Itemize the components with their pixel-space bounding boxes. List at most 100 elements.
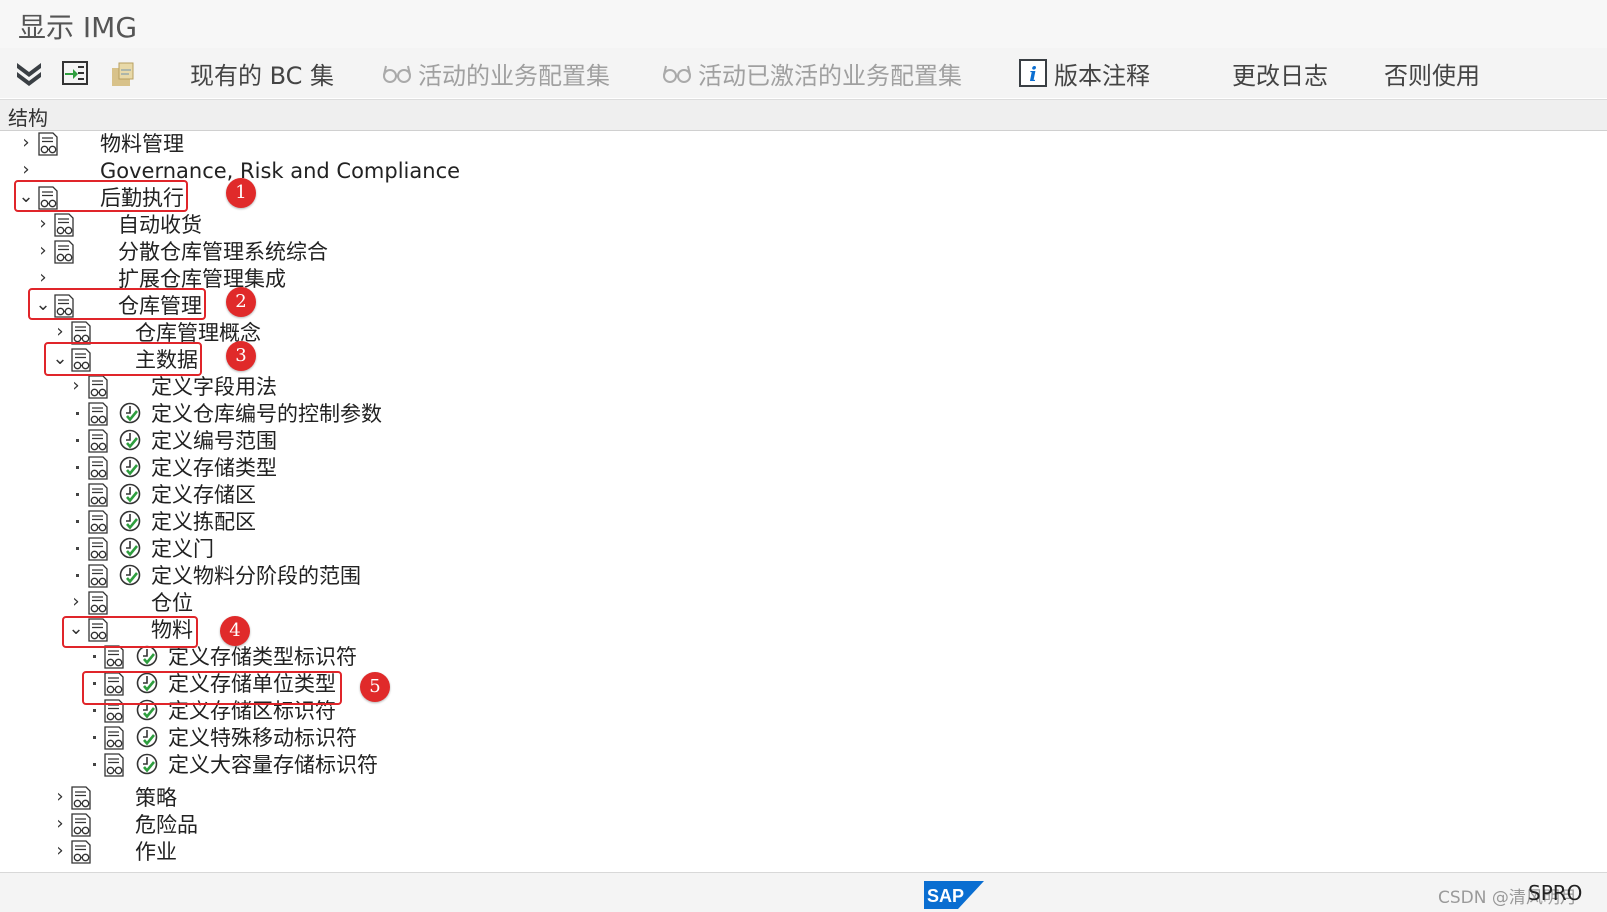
structure-header-label: 结构 (8, 106, 48, 130)
execute-clock-icon[interactable] (119, 429, 141, 451)
leaf-dot (76, 520, 79, 523)
chevron-right-icon[interactable]: › (52, 321, 68, 343)
tree-node-label: 定义编号范围 (151, 429, 277, 453)
tree-node-label: 定义仓库编号的控制参数 (151, 402, 382, 426)
tree-node-label: 定义拣配区 (151, 510, 256, 534)
execute-clock-icon[interactable] (136, 645, 158, 667)
document-glasses-icon (88, 591, 108, 615)
execute-clock-icon[interactable] (119, 456, 141, 478)
tree-node[interactable]: 定义存储区 (0, 481, 1200, 509)
active-bc-sets-button[interactable]: 活动的业务配置集 (382, 48, 610, 98)
window-title: 显示 IMG (18, 11, 138, 44)
execute-clock-icon[interactable] (119, 402, 141, 424)
tree-node[interactable]: 定义大容量存储标识符 (0, 751, 1200, 779)
where-used-button[interactable]: 否则使用 (1384, 48, 1480, 98)
glasses-icon (383, 65, 411, 83)
tree-node-label: 定义大容量存储标识符 (168, 753, 378, 777)
activated-bc-sets-button[interactable]: 活动已激活的业务配置集 (662, 48, 962, 98)
tree-node[interactable]: › 定义字段用法 (0, 373, 1200, 401)
tree-node[interactable]: › 危险品 (0, 811, 1200, 839)
document-glasses-icon (104, 753, 124, 777)
leaf-dot (93, 655, 96, 658)
tree-node[interactable]: 定义特殊移动标识符 (0, 724, 1200, 752)
tree-node[interactable]: › 仓位 (0, 589, 1200, 617)
sap-logo-text: SAP (927, 886, 964, 906)
release-notes-label: 版本注释 (1054, 61, 1150, 90)
info-icon: i (1019, 59, 1047, 87)
tree-node[interactable]: › 策略 (0, 784, 1200, 812)
chevron-right-icon[interactable]: › (35, 240, 51, 262)
tree-node[interactable]: 定义仓库编号的控制参数 (0, 400, 1200, 428)
tree-node-label: 定义门 (151, 537, 214, 561)
document-glasses-icon (54, 240, 74, 264)
document-glasses-icon (104, 726, 124, 750)
execute-clock-icon[interactable] (119, 564, 141, 586)
tree-node-label: 定义字段用法 (151, 375, 277, 399)
step-marker: 4 (220, 616, 250, 646)
change-log-button[interactable]: 更改日志 (1232, 48, 1328, 98)
document-glasses-icon (88, 564, 108, 588)
chevron-right-icon[interactable]: › (18, 159, 34, 181)
document-glasses-icon (88, 402, 108, 426)
execute-clock-icon[interactable] (119, 537, 141, 559)
release-notes-button[interactable]: i 版本注释 (1018, 48, 1150, 98)
chevron-right-icon[interactable]: › (52, 840, 68, 862)
glasses-icon (663, 65, 691, 83)
tree-node[interactable]: › 分散仓库管理系统综合 (0, 238, 1200, 266)
transaction-code[interactable]: SPRO (1528, 881, 1582, 905)
leaf-dot (93, 709, 96, 712)
chevron-right-icon[interactable]: › (35, 267, 51, 289)
tree-node-label: 分散仓库管理系统综合 (118, 240, 328, 264)
collapse-all-button[interactable] (14, 48, 50, 98)
chevron-right-icon[interactable]: › (68, 375, 84, 397)
step-marker: 3 (226, 341, 256, 371)
highlight-box (62, 616, 198, 648)
execute-clock-icon[interactable] (119, 510, 141, 532)
execute-clock-icon[interactable] (119, 483, 141, 505)
position-button[interactable] (60, 48, 96, 98)
tree-node[interactable]: 定义物料分阶段的范围 (0, 562, 1200, 590)
execute-clock-icon[interactable] (136, 726, 158, 748)
chevron-right-icon[interactable]: › (52, 813, 68, 835)
execute-clock-icon[interactable] (136, 753, 158, 775)
title-bar: 显示 IMG (0, 0, 1607, 48)
chevron-right-icon[interactable]: › (68, 591, 84, 613)
tree-node-label: 作业 (135, 840, 177, 864)
chevron-right-icon[interactable]: › (52, 786, 68, 808)
document-glasses-icon (88, 483, 108, 507)
step-marker: 2 (226, 287, 256, 317)
leaf-dot (76, 412, 79, 415)
chevron-right-icon[interactable]: › (18, 132, 34, 154)
document-glasses-icon (71, 786, 91, 810)
tree-node-label: 定义存储区 (151, 483, 256, 507)
img-tree[interactable]: › 物料管理 › Governance, Risk and Compliance… (0, 130, 1607, 872)
application-toolbar: 现有的 BC 集 活动的业务配置集 活动已激活的业务配置集 i 版本注释 更改日… (0, 48, 1607, 98)
double-chevron-down-icon (17, 63, 41, 86)
structure-header: 结构 (0, 99, 1607, 131)
where-used-list-button[interactable] (108, 48, 144, 98)
current-bc-sets-button[interactable]: 现有的 BC 集 (190, 48, 334, 98)
tree-node[interactable]: › 自动收货 (0, 211, 1200, 239)
leaf-dot (76, 493, 79, 496)
chevron-right-icon[interactable]: › (35, 213, 51, 235)
tree-node[interactable]: 定义拣配区 (0, 508, 1200, 536)
document-glasses-icon (38, 132, 58, 156)
sap-logo: SAP (924, 881, 984, 909)
step-marker: 5 (360, 672, 390, 702)
tree-node[interactable]: › 作业 (0, 838, 1200, 866)
activated-bc-sets-label: 活动已激活的业务配置集 (698, 61, 962, 90)
tree-node[interactable]: 定义存储类型 (0, 454, 1200, 482)
document-glasses-icon (104, 645, 124, 669)
document-glasses-icon (71, 813, 91, 837)
document-glasses-icon (71, 840, 91, 864)
highlight-box (44, 342, 202, 376)
tree-node[interactable]: › 物料管理 (0, 130, 1200, 158)
step-marker: 1 (226, 178, 256, 208)
leaf-dot (93, 763, 96, 766)
highlight-box (14, 180, 188, 212)
tree-node-label: 定义特殊移动标识符 (168, 726, 357, 750)
tree-node[interactable]: 定义门 (0, 535, 1200, 563)
leaf-dot (76, 439, 79, 442)
tree-node[interactable]: 定义编号范围 (0, 427, 1200, 455)
leaf-dot (76, 574, 79, 577)
